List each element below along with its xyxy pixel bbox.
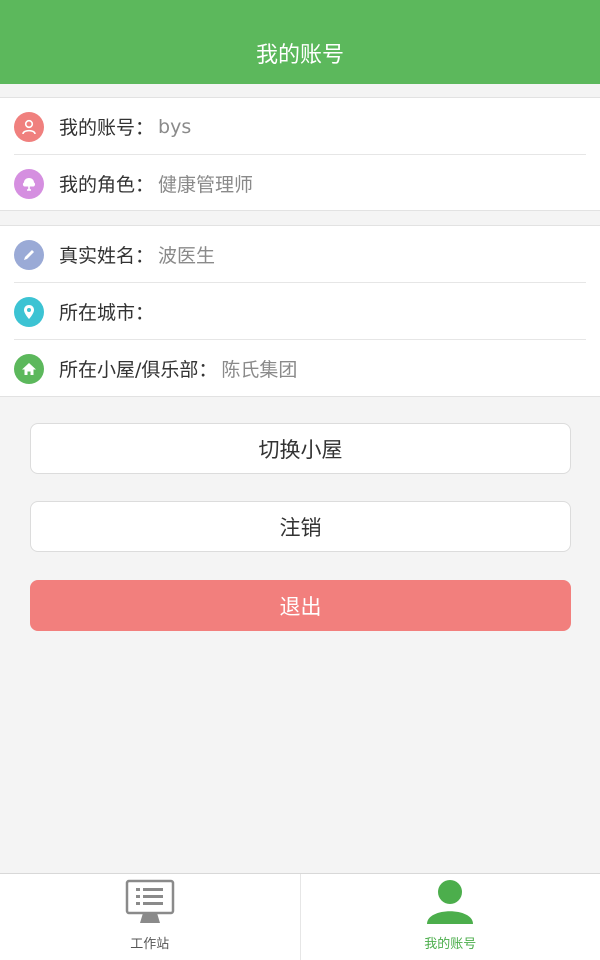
monitor-list-icon <box>125 879 175 929</box>
account-label: 我的账号： <box>59 117 155 139</box>
real-name-row: 真实姓名： 波医生 <box>0 226 600 283</box>
role-icon <box>14 168 44 199</box>
page-title: 我的账号 <box>255 43 344 68</box>
role-value: 健康管理师 <box>158 174 254 196</box>
account-info-group: 我的账号： bys 我的角色： 健康管理师 <box>0 97 600 211</box>
app-header: 我的账号 <box>0 0 600 84</box>
role-label: 我的角色： <box>59 174 155 196</box>
person-icon <box>425 879 475 929</box>
club-label: 所在小屋/俱乐部： <box>59 359 218 381</box>
club-row: 所在小屋/俱乐部： 陈氏集团 <box>0 340 600 397</box>
city-row: 所在城市： <box>0 283 600 340</box>
club-value: 陈氏集团 <box>221 359 298 381</box>
tab-my-account[interactable]: 我的账号 <box>299 874 600 960</box>
exit-button[interactable]: 退出 <box>30 580 571 631</box>
profile-info-group: 真实姓名： 波医生 所在城市： 所在小屋/俱乐部： 陈氏集团 <box>0 225 600 397</box>
tab-workstation[interactable]: 工作站 <box>0 874 300 960</box>
switch-house-button[interactable]: 切换小屋 <box>30 423 571 474</box>
account-value: bys <box>158 115 192 138</box>
real-name-value: 波医生 <box>158 245 216 267</box>
home-icon <box>14 353 44 384</box>
city-label: 所在城市： <box>59 302 155 324</box>
location-pin-icon <box>14 296 44 327</box>
role-row: 我的角色： 健康管理师 <box>0 155 600 212</box>
pen-icon <box>14 239 44 270</box>
tab-my-account-label: 我的账号 <box>424 937 477 952</box>
account-row: 我的账号： bys <box>0 98 600 155</box>
tab-workstation-label: 工作站 <box>130 937 170 952</box>
user-icon <box>14 111 44 142</box>
bottom-tab-bar: 工作站 我的账号 <box>0 873 600 960</box>
real-name-label: 真实姓名： <box>59 245 155 267</box>
logout-account-button[interactable]: 注销 <box>30 501 571 552</box>
